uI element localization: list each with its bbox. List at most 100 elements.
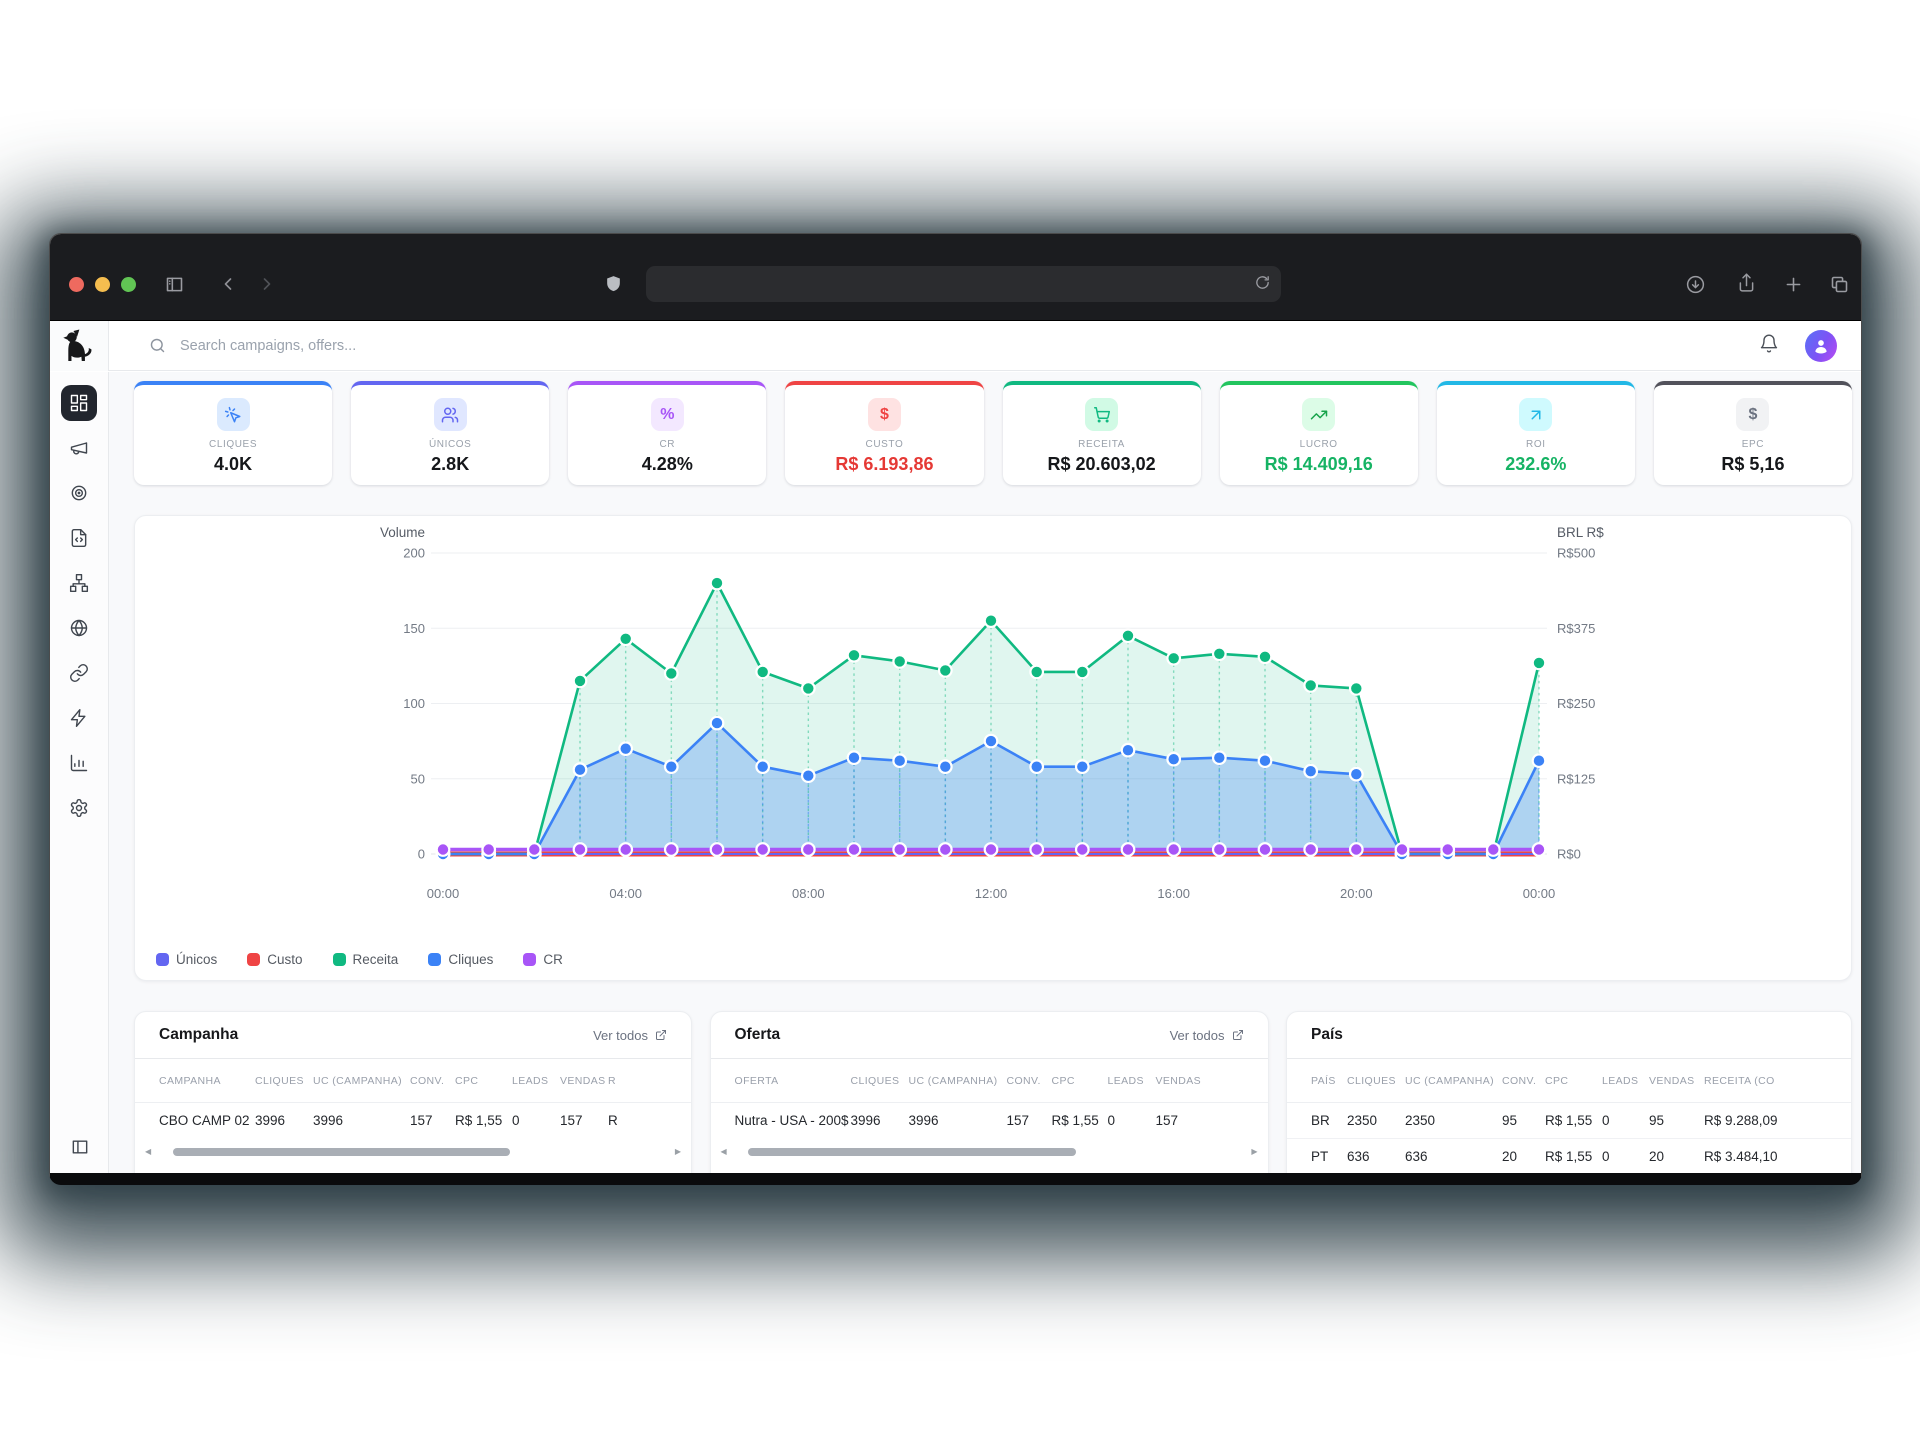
minimize-button[interactable]	[95, 277, 110, 292]
stat-value: 2.8K	[431, 454, 469, 475]
scroll-left-arrow[interactable]: ◀	[145, 1146, 151, 1158]
globe-icon	[69, 618, 89, 638]
close-button[interactable]	[69, 277, 84, 292]
legend-item-cr[interactable]: CR	[523, 952, 563, 967]
stat-card-cliques: CLIQUES4.0K	[134, 381, 332, 485]
table-cell: 0	[512, 1103, 520, 1139]
app-header	[50, 321, 1861, 371]
user-avatar[interactable]	[1805, 330, 1837, 362]
svg-text:16:00: 16:00	[1157, 886, 1190, 901]
column-header: R	[608, 1059, 616, 1103]
stat-card-epc: $ EPC R$ 5,16	[1654, 381, 1852, 485]
bar-chart-icon	[69, 753, 89, 773]
table-cell: 157	[1007, 1103, 1030, 1139]
legend-label: Únicos	[176, 952, 217, 967]
scroll-right-arrow[interactable]: ▶	[675, 1146, 681, 1158]
address-bar[interactable]	[646, 266, 1281, 302]
stat-card-cr: %CR4.28%	[568, 381, 766, 485]
search-icon	[149, 337, 166, 354]
legend-label: Custo	[267, 952, 302, 967]
table-cell: 0	[1108, 1103, 1116, 1139]
scrollbar-thumb[interactable]	[173, 1148, 511, 1156]
zoom-button[interactable]	[121, 277, 136, 292]
view-all-link[interactable]: Ver todos	[1170, 1028, 1244, 1043]
collapse-sidebar-icon[interactable]	[70, 1137, 90, 1157]
sidebar-item-offers[interactable]	[61, 475, 97, 511]
table-card-oferta: Oferta Ver todos OFERTACLIQUESUC (CAMPANHA…	[710, 1011, 1269, 1173]
scrollbar-track[interactable]	[157, 1148, 669, 1156]
table-row[interactable]: Nutra - USA - 200$39963996157R$ 1,550157	[711, 1103, 1268, 1139]
table-cell: 0	[1602, 1103, 1610, 1139]
column-header: OFERTA	[735, 1059, 779, 1103]
stat-card-roi: ROI232.6%	[1437, 381, 1635, 485]
legend-item-custo[interactable]: Custo	[247, 952, 302, 967]
sidebar-item-links[interactable]	[61, 655, 97, 691]
sidebar-toggle-icon[interactable]	[164, 274, 185, 295]
app-logo[interactable]	[50, 321, 109, 371]
table-cell: Nutra - USA - 200$	[735, 1103, 849, 1139]
back-button[interactable]	[218, 274, 238, 294]
trending-up-icon	[1310, 406, 1328, 424]
stat-card-únicos: ÚNICOS2.8K	[351, 381, 549, 485]
scrollbar-thumb[interactable]	[748, 1148, 1076, 1156]
table-cell: BR	[1311, 1103, 1330, 1139]
table-header-row: OFERTACLIQUESUC (CAMPANHA)CONV.CPCLEADSV…	[711, 1059, 1268, 1103]
sidebar-item-campaigns[interactable]	[61, 430, 97, 466]
external-link-icon	[655, 1029, 667, 1041]
column-header: PAÍS	[1311, 1059, 1336, 1103]
sidebar-item-settings[interactable]	[61, 790, 97, 826]
column-header: CPC	[1545, 1059, 1568, 1103]
scroll-right-arrow[interactable]: ▶	[1251, 1146, 1257, 1158]
scroll-left-arrow[interactable]: ◀	[721, 1146, 727, 1158]
table-cell: R$ 1,55	[1545, 1139, 1592, 1173]
link-icon	[69, 663, 89, 683]
sidebar-item-domains[interactable]	[61, 610, 97, 646]
view-all-link[interactable]: Ver todos	[593, 1028, 667, 1043]
tab-overview-icon[interactable]	[1829, 274, 1850, 295]
horizontal-scrollbar[interactable]: ◀▶	[721, 1146, 1258, 1158]
sidebar-item-reports[interactable]	[61, 745, 97, 781]
sidebar-item-dashboard[interactable]	[61, 385, 97, 421]
share-icon[interactable]	[1736, 272, 1757, 294]
dollar-icon: $	[1748, 406, 1757, 424]
zap-icon	[69, 708, 89, 728]
table-cell: 20	[1649, 1139, 1664, 1173]
svg-text:BRL R$: BRL R$	[1557, 525, 1604, 540]
horizontal-scrollbar[interactable]: ◀▶	[145, 1146, 681, 1158]
new-tab-icon[interactable]	[1783, 274, 1804, 295]
svg-text:R$375: R$375	[1557, 621, 1595, 636]
stat-value: R$ 5,16	[1721, 454, 1784, 475]
legend-swatch	[428, 953, 441, 966]
scrollbar-track[interactable]	[733, 1148, 1246, 1156]
users-icon	[441, 406, 459, 424]
stat-label: RECEITA	[1078, 439, 1125, 450]
notifications-bell-icon[interactable]	[1759, 333, 1779, 359]
file-code-icon	[69, 528, 89, 548]
sidebar-item-automation[interactable]	[61, 700, 97, 736]
downloads-icon[interactable]	[1685, 274, 1706, 295]
table-row[interactable]: CBO CAMP 0239963996157R$ 1,550157R	[135, 1103, 691, 1139]
svg-text:12:00: 12:00	[975, 886, 1008, 901]
column-header: CPC	[1052, 1059, 1075, 1103]
table-title: Oferta	[735, 1026, 781, 1044]
column-header: LEADS	[1602, 1059, 1638, 1103]
column-header: UC (CAMPANHA)	[1405, 1059, 1494, 1103]
forward-button[interactable]	[257, 274, 277, 294]
svg-text:R$0: R$0	[1557, 847, 1581, 862]
table-row[interactable]: BR2350235095R$ 1,55095R$ 9.288,09	[1287, 1103, 1851, 1139]
legend-item-únicos[interactable]: Únicos	[156, 952, 217, 967]
table-row[interactable]: PT63663620R$ 1,55020R$ 3.484,10	[1287, 1139, 1851, 1173]
sidebar-item-flows[interactable]	[61, 565, 97, 601]
browser-titlebar	[50, 234, 1861, 321]
legend-item-receita[interactable]: Receita	[333, 952, 399, 967]
sidebar-item-landing-pages[interactable]	[61, 520, 97, 556]
search-input[interactable]	[178, 337, 598, 355]
reload-icon[interactable]	[1254, 274, 1271, 296]
legend-item-cliques[interactable]: Cliques	[428, 952, 493, 967]
table-cell: PT	[1311, 1139, 1328, 1173]
stat-label: EPC	[1742, 439, 1764, 450]
table-cell: 157	[410, 1103, 433, 1139]
table-cell: R$ 1,55	[455, 1103, 502, 1139]
svg-text:0: 0	[418, 847, 425, 862]
legend-swatch	[523, 953, 536, 966]
